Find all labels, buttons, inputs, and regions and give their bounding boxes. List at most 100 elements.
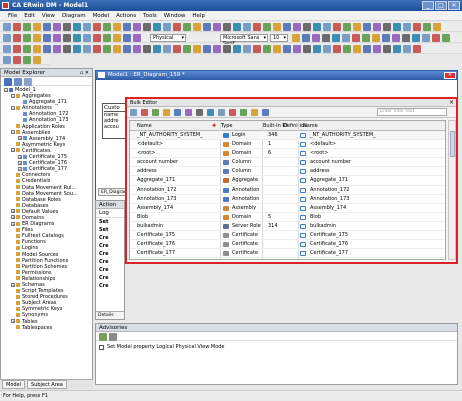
toolbar-icon[interactable] — [13, 56, 21, 64]
expand-toggle-icon[interactable]: + — [18, 160, 22, 165]
cell-name[interactable]: _NT_AUTHORITY_SYSTEM_ — [137, 131, 203, 140]
bulk-tool-icon[interactable] — [141, 109, 148, 116]
toolbar-icon[interactable] — [363, 23, 371, 31]
toolbar-icon[interactable] — [422, 34, 430, 42]
explorer-tool-icon[interactable] — [24, 78, 32, 86]
toolbar-icon[interactable] — [323, 45, 331, 53]
toolbar-icon[interactable] — [113, 34, 121, 42]
toolbar-icon[interactable] — [353, 45, 361, 53]
toolbar-icon[interactable] — [33, 23, 41, 31]
toolbar-icon[interactable] — [113, 45, 121, 53]
cell-name[interactable]: bulkadmin — [137, 222, 163, 231]
bulk-tool-icon[interactable] — [251, 109, 258, 116]
toolbar-icon[interactable] — [413, 45, 421, 53]
toolbar-icon[interactable] — [442, 34, 450, 42]
toolbar-icon[interactable] — [393, 23, 401, 31]
toolbar-icon[interactable] — [372, 34, 380, 42]
toolbar-icon[interactable] — [93, 45, 101, 53]
toolbar-icon[interactable] — [353, 23, 361, 31]
cell-name[interactable]: Annotation_172 — [137, 186, 176, 195]
toolbar-icon[interactable] — [223, 23, 231, 31]
expand-toggle-icon[interactable]: − — [11, 130, 15, 135]
action-log-item[interactable]: Cre — [96, 258, 124, 266]
toolbar-icon[interactable] — [23, 23, 31, 31]
bulk-tool-icon[interactable] — [240, 109, 247, 116]
toolbar-icon[interactable] — [163, 23, 171, 31]
toolbar-icon[interactable] — [273, 45, 281, 53]
toolbar-icon[interactable] — [83, 23, 91, 31]
toolbar-icon[interactable] — [333, 45, 341, 53]
bulk-tool-icon[interactable] — [185, 109, 192, 116]
menu-edit[interactable]: Edit — [24, 11, 35, 20]
table-row[interactable]: Annotation_173 Annotation Annotation_173 — [130, 195, 445, 204]
toolbar-icon[interactable] — [263, 45, 271, 53]
bulk-tool-icon[interactable] — [262, 109, 269, 116]
tree-item[interactable]: Tablespaces — [1, 325, 92, 331]
toolbar-icon[interactable] — [313, 23, 321, 31]
bulk-tool-icon[interactable] — [130, 109, 137, 116]
action-log-item[interactable]: Cre — [96, 242, 124, 250]
toolbar-icon[interactable] — [412, 34, 420, 42]
expand-toggle-icon[interactable]: + — [18, 166, 22, 171]
toolbar-icon[interactable] — [133, 23, 141, 31]
filter-input[interactable]: Enter filter text — [377, 108, 447, 116]
table-row[interactable]: Certificate_177 Certificate Certificate_17… — [130, 249, 445, 259]
toolbar-icon[interactable] — [63, 34, 71, 42]
toolbar-icon[interactable] — [93, 23, 101, 31]
toolbar-icon[interactable] — [423, 23, 431, 31]
toolbar-icon[interactable] — [43, 34, 51, 42]
toolbar-icon[interactable] — [33, 56, 41, 64]
toolbar-icon[interactable] — [3, 23, 11, 31]
table-row[interactable]: <default> Domain 1 <default> — [130, 140, 445, 150]
toolbar-icon[interactable] — [73, 45, 81, 53]
expand-toggle-icon[interactable]: + — [11, 319, 15, 324]
action-log-item[interactable]: Cre — [96, 250, 124, 258]
advisory-row[interactable]: Set Model property Logical Physical View… — [96, 341, 457, 353]
action-log-item[interactable]: Cre — [96, 266, 124, 274]
toolbar-icon[interactable] — [13, 34, 21, 42]
bulk-tool-icon[interactable] — [174, 109, 181, 116]
toolbar-icon[interactable] — [403, 45, 411, 53]
action-log-item[interactable]: Set — [96, 218, 124, 226]
cell-name[interactable]: Certificate_175 — [137, 231, 175, 240]
toolbar-icon[interactable] — [103, 23, 111, 31]
expand-toggle-icon[interactable]: + — [11, 221, 15, 226]
toolbar-icon[interactable] — [53, 34, 61, 42]
toolbar-icon[interactable] — [63, 45, 71, 53]
toolbar-icon[interactable] — [123, 45, 131, 53]
toolbar-icon[interactable] — [402, 34, 410, 42]
toolbar-icon[interactable] — [373, 23, 381, 31]
bulk-tool-icon[interactable] — [196, 109, 203, 116]
advisory-tool-icon[interactable] — [99, 333, 107, 341]
toolbar-icon[interactable] — [63, 23, 71, 31]
toolbar-icon[interactable] — [382, 34, 390, 42]
cell-name[interactable]: Annotation_173 — [137, 195, 176, 204]
toolbar-icon[interactable] — [73, 23, 81, 31]
advisory-tool-icon[interactable] — [109, 333, 117, 341]
toolbar-icon[interactable] — [133, 45, 141, 53]
table-row[interactable]: Annotation_172 Annotation Annotation_172 — [130, 186, 445, 195]
toolbar-icon[interactable] — [33, 45, 41, 53]
bulk-tool-icon[interactable] — [229, 109, 236, 116]
toolbar-icon[interactable] — [23, 56, 31, 64]
action-log-item[interactable]: Cre — [96, 282, 124, 290]
toolbar-icon[interactable] — [322, 34, 330, 42]
table-row[interactable]: Certificate_175 Certificate Certificate_17… — [130, 231, 445, 241]
toolbar-icon[interactable] — [103, 34, 111, 42]
grid-scrollbar[interactable] — [448, 120, 456, 260]
minimize-button[interactable]: _ — [422, 1, 434, 10]
toolbar-icon[interactable] — [123, 34, 131, 42]
toolbar-icon[interactable] — [293, 23, 301, 31]
maximize-button[interactable]: □ — [435, 1, 447, 10]
toolbar-icon[interactable] — [183, 45, 191, 53]
toolbar-icon[interactable] — [263, 23, 271, 31]
cell-name[interactable]: <root> — [137, 149, 155, 158]
expand-toggle-icon[interactable]: − — [11, 148, 15, 153]
cell-name[interactable]: Assembly_174 — [137, 204, 173, 213]
toolbar-icon[interactable] — [383, 45, 391, 53]
toolbar-icon[interactable] — [302, 34, 310, 42]
toolbar-icon[interactable] — [392, 34, 400, 42]
expand-toggle-icon[interactable]: − — [11, 93, 15, 98]
tab-model[interactable]: Model — [2, 380, 26, 389]
toolbar-icon[interactable] — [352, 34, 360, 42]
